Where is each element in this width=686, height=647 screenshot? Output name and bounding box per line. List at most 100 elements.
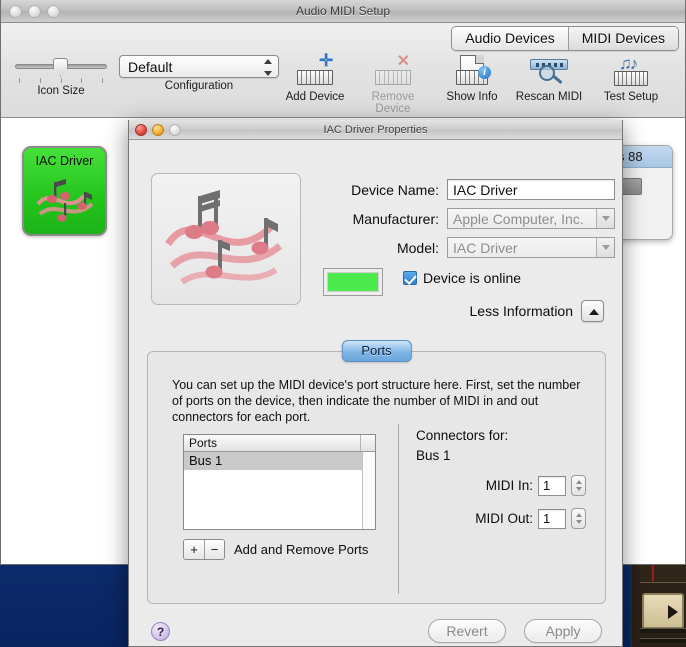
x-badge-icon: ✕	[396, 53, 410, 70]
background-window-item	[620, 178, 642, 195]
toolbar-label-configuration: Configuration	[164, 80, 234, 92]
play-icon[interactable]	[668, 605, 678, 619]
main-window-title: Audio MIDI Setup	[295, 4, 391, 18]
toolbar-label-add-device: Add Device	[285, 91, 345, 103]
device-name-row: Device Name: IAC Driver	[315, 179, 615, 200]
manufacturer-label: Manufacturer:	[352, 210, 439, 227]
device-status-indicator	[323, 268, 383, 296]
slider-ticks	[15, 78, 107, 83]
ports-tab-box: Ports You can set up the MIDI device's p…	[147, 340, 606, 604]
dialog-body: Device Name: IAC Driver Manufacturer: Ap…	[129, 140, 622, 646]
iac-driver-properties-dialog[interactable]: IAC Driver Properties Device Name: IAC D…	[128, 120, 623, 647]
connectors-bus-name: Bus 1	[416, 448, 451, 463]
device-icon-label: IAC Driver	[35, 154, 94, 168]
model-label: Model:	[396, 239, 439, 256]
dialog-title: IAC Driver Properties	[323, 124, 428, 136]
background-media-player-window[interactable]	[630, 555, 686, 647]
magnifier-lens-icon	[539, 65, 555, 81]
connectors-panel: Connectors for: Bus 1 MIDI In: 1 MIDI Ou…	[416, 428, 586, 529]
device-online-label: Device is online	[423, 270, 522, 286]
midi-in-label: MIDI In:	[485, 478, 533, 493]
midi-out-label: MIDI Out:	[475, 511, 533, 526]
device-icon-iac-driver[interactable]: IAC Driver	[22, 146, 107, 236]
apply-button[interactable]: Apply	[524, 619, 602, 643]
slider-thumb[interactable]	[53, 58, 68, 77]
chevron-updown-icon	[262, 59, 273, 76]
toolbar-label-show-info: Show Info	[446, 91, 498, 103]
magnifier-icon	[528, 55, 570, 89]
manufacturer-row: Manufacturer: Apple Computer, Inc.	[315, 208, 615, 229]
toolbar-label-test-setup: Test Setup	[603, 91, 659, 103]
vertical-divider	[398, 424, 399, 594]
ports-description: You can set up the MIDI device's port st…	[172, 378, 581, 424]
model-combobox[interactable]: IAC Driver	[447, 237, 615, 258]
plus-badge-icon: ✛	[319, 51, 334, 70]
tab-ports[interactable]: Ports	[341, 340, 412, 362]
tab-midi-devices[interactable]: MIDI Devices	[567, 27, 678, 50]
tab-audio-devices[interactable]: Audio Devices	[452, 27, 568, 50]
midi-out-input[interactable]: 1	[538, 508, 566, 529]
toolbar-item-add-device[interactable]: ✛ Add Device	[284, 51, 346, 103]
chevron-down-icon[interactable]	[596, 238, 614, 257]
main-window-titlebar[interactable]: Audio MIDI Setup	[1, 0, 685, 23]
toolbar-item-rescan-midi[interactable]: Rescan MIDI	[509, 55, 589, 103]
main-toolbar: Audio Devices MIDI Devices Icon Size Def…	[1, 23, 685, 118]
less-information-label: Less Information	[469, 303, 574, 319]
ports-column-header: Ports	[184, 435, 361, 451]
configuration-popup-button[interactable]: Default	[119, 55, 279, 78]
device-online-row[interactable]: Device is online	[403, 270, 521, 286]
keyboard-info-icon: i	[452, 55, 492, 89]
device-artwork	[151, 173, 301, 305]
toolbar-label-icon-size: Icon Size	[37, 85, 85, 97]
keyboard-plus-icon: ✛	[295, 51, 335, 89]
ports-add-remove-controls[interactable]: + − Add and Remove Ports	[183, 539, 368, 560]
device-name-input[interactable]: IAC Driver	[447, 179, 615, 200]
dialog-titlebar[interactable]: IAC Driver Properties	[129, 120, 622, 140]
less-information-row[interactable]: Less Information	[469, 300, 604, 322]
player-bar-2	[640, 638, 686, 643]
magnifier-handle-icon	[552, 74, 563, 85]
ports-buttons-caption: Add and Remove Ports	[234, 542, 369, 557]
status-led-light	[327, 272, 379, 292]
ports-segmented-buttons[interactable]: + −	[183, 539, 225, 560]
midi-out-row: MIDI Out: 1	[416, 508, 586, 529]
toolbar-item-remove-device: ✕ Remove Device	[353, 53, 433, 116]
midi-in-input[interactable]: 1	[538, 475, 566, 496]
help-button[interactable]: ?	[151, 622, 170, 641]
chevron-down-icon[interactable]	[596, 209, 614, 228]
midi-in-stepper[interactable]	[571, 475, 586, 496]
configuration-value: Default	[128, 59, 173, 75]
add-port-button[interactable]: +	[184, 540, 204, 559]
manufacturer-combobox[interactable]: Apple Computer, Inc.	[447, 208, 615, 229]
music-notes-artwork-icon	[24, 170, 105, 226]
manufacturer-value: Apple Computer, Inc.	[453, 211, 584, 227]
ports-header-spacer	[361, 435, 375, 451]
midi-out-stepper[interactable]	[571, 508, 586, 529]
device-online-checkbox[interactable]	[403, 271, 417, 285]
disclosure-triangle-up-icon[interactable]	[581, 300, 604, 322]
midi-in-row: MIDI In: 1	[416, 475, 586, 496]
ports-list-row[interactable]: Bus 1	[184, 452, 362, 470]
toolbar-item-show-info[interactable]: i Show Info	[441, 55, 503, 103]
keyboard-notes-icon: ♫♪	[610, 54, 652, 89]
connectors-title: Connectors for:	[416, 428, 509, 443]
dialog-footer: ? Revert Apply	[129, 614, 622, 646]
model-row: Model: IAC Driver	[315, 237, 615, 258]
model-value: IAC Driver	[453, 240, 518, 256]
info-badge-icon: i	[478, 66, 491, 79]
toolbar-item-configuration[interactable]: Default Configuration	[119, 55, 279, 92]
remove-port-button[interactable]: −	[204, 540, 224, 559]
ports-list-scrollbar[interactable]	[362, 452, 375, 529]
revert-button[interactable]: Revert	[428, 619, 506, 643]
toolbar-items: Icon Size Default Configuration ✛ Add De…	[1, 51, 685, 117]
icon-size-slider[interactable]	[15, 57, 107, 77]
device-type-tab-group[interactable]: Audio Devices MIDI Devices	[451, 26, 679, 51]
toolbar-label-rescan-midi: Rescan MIDI	[515, 91, 583, 103]
ports-list-header: Ports	[184, 435, 375, 452]
ports-list[interactable]: Ports Bus 1	[183, 434, 376, 530]
toolbar-item-test-setup[interactable]: ♫♪ Test Setup	[593, 54, 669, 103]
toolbar-label-remove-device: Remove Device	[371, 91, 415, 115]
device-name-label: Device Name:	[351, 181, 439, 198]
toolbar-item-icon-size[interactable]: Icon Size	[15, 57, 107, 97]
player-bar-1	[640, 628, 686, 633]
